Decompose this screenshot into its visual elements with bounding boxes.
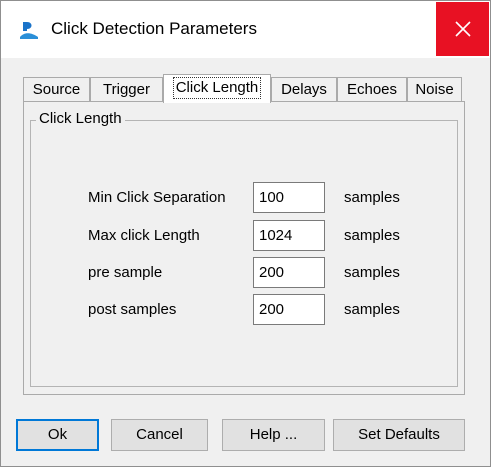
help-button[interactable]: Help ... xyxy=(222,419,325,451)
tab-source-label: Source xyxy=(32,81,81,98)
tab-noise[interactable]: Noise xyxy=(407,77,462,101)
max-click-length-label: Max click Length xyxy=(88,227,200,244)
close-button[interactable] xyxy=(436,2,489,56)
post-samples-unit: samples xyxy=(344,301,400,318)
post-samples-input[interactable] xyxy=(253,294,325,325)
tab-delays[interactable]: Delays xyxy=(271,77,337,101)
window-title: Click Detection Parameters xyxy=(51,19,257,38)
pre-sample-input[interactable] xyxy=(253,257,325,288)
set-defaults-button[interactable]: Set Defaults xyxy=(333,419,465,451)
tab-click-length[interactable]: Click Length xyxy=(163,74,271,103)
max-click-length-unit: samples xyxy=(344,227,400,244)
tab-echoes[interactable]: Echoes xyxy=(337,77,407,101)
cancel-button[interactable]: Cancel xyxy=(111,419,208,451)
tab-echoes-label: Echoes xyxy=(346,81,398,98)
close-icon xyxy=(454,20,472,38)
group-title: Click Length xyxy=(36,109,125,129)
tab-click-length-label: Click Length xyxy=(172,77,262,99)
tab-panel-click-length: Click Length Min Click Separation sample… xyxy=(23,101,465,395)
min-click-separation-label: Min Click Separation xyxy=(88,189,226,206)
max-click-length-input[interactable] xyxy=(253,220,325,251)
ok-button[interactable]: Ok xyxy=(16,419,99,451)
tab-trigger[interactable]: Trigger xyxy=(90,77,163,101)
min-click-separation-unit: samples xyxy=(344,189,400,206)
post-samples-label: post samples xyxy=(88,301,177,318)
title-bar[interactable]: Click Detection Parameters xyxy=(1,1,490,58)
tab-source[interactable]: Source xyxy=(23,77,90,101)
click-length-group xyxy=(30,120,458,387)
dialog-window: Click Detection Parameters Source Trigge… xyxy=(0,0,491,467)
tab-trigger-label: Trigger xyxy=(103,81,150,98)
min-click-separation-input[interactable] xyxy=(253,182,325,213)
tab-noise-label: Noise xyxy=(415,81,454,98)
pre-sample-label: pre sample xyxy=(88,264,163,281)
tab-delays-label: Delays xyxy=(281,81,327,98)
app-icon xyxy=(18,19,40,41)
pre-sample-unit: samples xyxy=(344,264,400,281)
